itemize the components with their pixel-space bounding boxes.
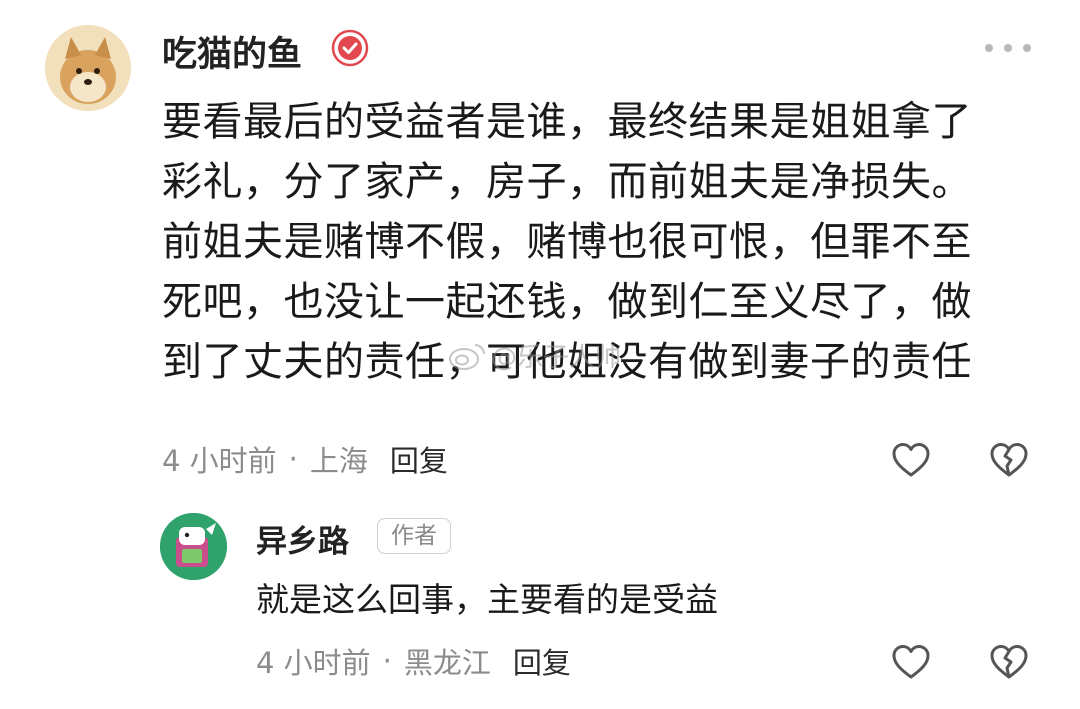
reply-button[interactable]: 回复 xyxy=(390,438,448,480)
more-options-icon[interactable] xyxy=(985,40,1031,56)
comment-meta: 4 小时前 · 上海 回复 xyxy=(162,438,448,480)
replier-avatar[interactable] xyxy=(160,513,227,580)
comment-line: 彩礼，分了家产，房子，而前姐夫是净损失。 xyxy=(162,159,972,205)
reply-time: 4 小时前 xyxy=(256,646,371,680)
comment-location: 上海 xyxy=(309,444,368,478)
like-heart-icon[interactable] xyxy=(890,440,932,480)
commenter-username[interactable]: 吃猫的鱼 xyxy=(162,26,302,77)
weibo-logo-icon xyxy=(449,343,485,370)
reply-text: 就是这么回事，主要看的是受益 xyxy=(256,580,718,619)
watermark-text: @乐子人帅 xyxy=(491,343,622,373)
comment-line: 死吧，也没让一起还钱，做到仁至义尽了，做 xyxy=(162,279,972,325)
watermark: @乐子人帅 xyxy=(447,337,621,374)
comment-line: 要看最后的受益者是谁，最终结果是姐姐拿了 xyxy=(162,99,972,145)
like-heart-icon[interactable] xyxy=(890,642,932,682)
comment-line: 前姐夫是赌博不假，赌博也很可恨，但罪不至 xyxy=(162,219,972,265)
replier-username[interactable]: 异乡路 xyxy=(256,516,349,561)
dislike-broken-heart-icon[interactable] xyxy=(988,440,1030,480)
dislike-broken-heart-icon[interactable] xyxy=(988,642,1030,682)
author-badge: 作者 xyxy=(377,518,451,554)
verified-badge-icon xyxy=(331,29,369,67)
reply-button[interactable]: 回复 xyxy=(513,640,571,682)
comment-time: 4 小时前 xyxy=(162,444,277,478)
meta-separator: · xyxy=(382,644,392,678)
reply-location: 黑龙江 xyxy=(403,646,491,680)
commenter-avatar[interactable] xyxy=(45,25,131,111)
meta-separator: · xyxy=(288,442,298,476)
reply-meta: 4 小时前 · 黑龙江 回复 xyxy=(256,640,571,682)
